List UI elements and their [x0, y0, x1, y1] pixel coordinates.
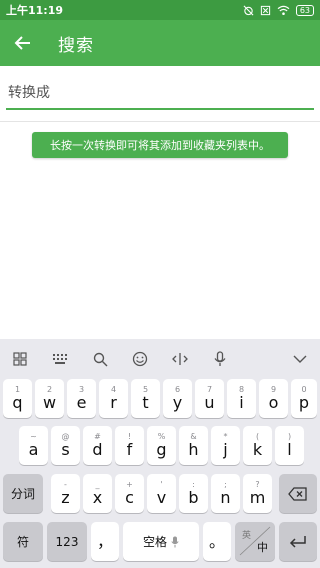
key-label: d — [92, 440, 103, 459]
toast-message: 长按一次转换即可将其添加到收藏夹列表中。 — [32, 132, 288, 158]
backspace-icon — [288, 486, 307, 501]
search-icon[interactable] — [80, 339, 120, 379]
chevron-down-icon[interactable] — [280, 339, 320, 379]
key-j[interactable]: * j — [211, 426, 240, 465]
key-c[interactable]: + c — [115, 474, 144, 513]
key-o[interactable]: 9o — [259, 379, 288, 418]
key-label: 符 — [16, 534, 29, 549]
key-label: b — [188, 488, 199, 507]
search-area — [0, 66, 320, 122]
status-bar: 上午11:19 63 — [0, 0, 320, 20]
key-label: 空格 — [142, 534, 167, 549]
key-t[interactable]: 5t — [131, 379, 160, 418]
key-label: x — [92, 488, 103, 507]
keyboard-toolbar — [0, 339, 320, 379]
app-bar: 搜索 — [0, 20, 320, 66]
key-f[interactable]: ! f — [115, 426, 144, 465]
key-s[interactable]: @ s — [51, 426, 80, 465]
key-label: l — [287, 440, 292, 459]
key-label: o — [268, 393, 279, 412]
key-d[interactable]: # d — [83, 426, 112, 465]
key-e[interactable]: 3e — [67, 379, 96, 418]
key-label: c — [125, 488, 134, 507]
key-u[interactable]: 7u — [195, 379, 224, 418]
key-label: e — [76, 393, 87, 412]
key-label: 分词 — [10, 486, 35, 501]
key-label: s — [61, 440, 70, 459]
key-n[interactable]: ; n — [211, 474, 240, 513]
key-y[interactable]: 6y — [163, 379, 192, 418]
microphone-icon — [171, 536, 179, 547]
microphone-icon[interactable] — [200, 339, 240, 379]
key-label: 123 — [55, 534, 79, 549]
back-button[interactable] — [0, 20, 46, 66]
period-key[interactable]: 。 — [203, 522, 231, 561]
key-label: j — [223, 440, 228, 459]
key-q[interactable]: 1q — [3, 379, 32, 418]
space-key[interactable]: 空格 — [123, 522, 199, 561]
search-input[interactable] — [6, 78, 314, 110]
key-label: n — [220, 488, 231, 507]
key-label: z — [61, 488, 70, 507]
status-time: 上午11:19 — [6, 4, 64, 17]
key-a[interactable]: ~ a — [19, 426, 48, 465]
key-k[interactable]: (k — [243, 426, 272, 465]
keyboard: 1q 2w 3e 4r 5t 6y 7u 8i 9o 0p ~ a @ s # d !… — [0, 339, 320, 568]
numbers-button[interactable]: 123 — [47, 522, 87, 561]
key-label: p — [298, 393, 310, 412]
key-label: t — [142, 393, 149, 412]
enter-icon — [289, 535, 306, 548]
lang-chinese-label: 中 — [257, 541, 268, 554]
key-label: m — [249, 488, 266, 507]
cursor-icon[interactable] — [160, 339, 200, 379]
fenci-button[interactable]: 分词 — [3, 474, 43, 513]
symbols-button[interactable]: 符 — [3, 522, 43, 561]
key-label: g — [156, 440, 167, 459]
key-label: h — [188, 440, 199, 459]
wifi-icon — [277, 5, 290, 16]
key-i[interactable]: 8i — [227, 379, 256, 418]
key-label: u — [204, 393, 215, 412]
comma-key[interactable]: ， — [91, 522, 119, 561]
key-x[interactable]: _ x — [83, 474, 112, 513]
key-m[interactable]: ? m — [243, 474, 272, 513]
sim-off-icon — [260, 5, 271, 16]
key-label: f — [126, 440, 133, 459]
key-label: v — [156, 488, 167, 507]
alarm-off-icon — [243, 5, 254, 16]
backspace-button[interactable] — [279, 474, 317, 513]
battery-icon: 63 — [295, 4, 314, 16]
lang-english-label: 英 — [242, 531, 252, 541]
key-label: a — [28, 440, 39, 459]
key-g[interactable]: % g — [147, 426, 176, 465]
key-label: ， — [96, 531, 113, 551]
language-switch-button[interactable]: 英 中 — [235, 522, 275, 561]
key-p[interactable]: 0p — [291, 379, 317, 418]
key-w[interactable]: 2w — [35, 379, 64, 418]
key-label: w — [42, 393, 57, 412]
key-label: k — [252, 440, 263, 459]
key-l[interactable]: ) l — [275, 426, 304, 465]
enter-button[interactable] — [279, 522, 317, 561]
arrow-left-icon — [14, 36, 30, 50]
key-z[interactable]: -z — [51, 474, 80, 513]
key-b[interactable]: :b — [179, 474, 208, 513]
key-r[interactable]: 4r — [99, 379, 128, 418]
key-h[interactable]: & h — [179, 426, 208, 465]
key-label: 。 — [208, 531, 225, 551]
key-label: q — [12, 393, 23, 412]
emoji-icon[interactable] — [120, 339, 160, 379]
key-v[interactable]: ' v — [147, 474, 176, 513]
key-label: i — [239, 393, 244, 412]
key-label: y — [172, 393, 183, 412]
grid-icon[interactable] — [0, 339, 40, 379]
status-icons: 63 — [243, 4, 314, 16]
key-label: r — [110, 393, 117, 412]
keypad-icon[interactable] — [40, 339, 80, 379]
page-title: 搜索 — [58, 35, 94, 56]
